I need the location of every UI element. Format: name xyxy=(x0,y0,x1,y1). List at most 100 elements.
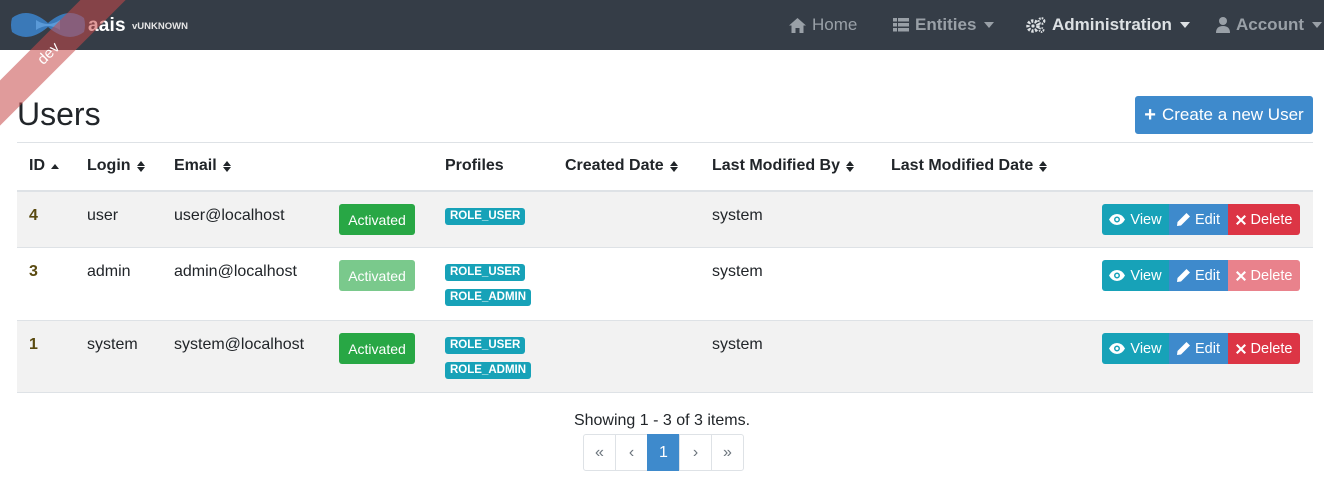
user-email: system@localhost xyxy=(174,336,305,353)
table-row: 1 system system@localhost Activated ROLE… xyxy=(17,321,1313,393)
table-row: 3 admin admin@localhost Activated ROLE_U… xyxy=(17,248,1313,321)
user-id-link[interactable]: 3 xyxy=(29,263,38,281)
times-icon xyxy=(1235,270,1246,281)
profiles-list: ROLE_USER xyxy=(445,208,526,225)
view-button[interactable]: View xyxy=(1102,204,1169,235)
nav-entities-label: Entities xyxy=(915,15,977,34)
chevron-down-icon xyxy=(1179,22,1190,28)
create-user-button[interactable]: + Create a new User xyxy=(1135,96,1313,134)
view-label: View xyxy=(1130,211,1162,228)
activated-button[interactable]: Activated xyxy=(339,333,415,364)
header-created-date-label: Created Date xyxy=(565,157,664,174)
prev-page-link[interactable]: ‹ xyxy=(615,434,648,471)
nav-home-label: Home xyxy=(812,15,858,34)
next-page-link[interactable]: › xyxy=(679,434,712,471)
header-last-modified-date[interactable]: Last Modified Date xyxy=(891,157,1048,175)
chevron-down-icon xyxy=(1312,22,1322,28)
header-profiles: Profiles xyxy=(445,157,504,175)
role-badge: ROLE_ADMIN xyxy=(445,289,532,306)
header-login-label: Login xyxy=(87,157,131,174)
user-id-link[interactable]: 4 xyxy=(29,207,38,225)
navbar: aais vUNKNOWN dev Home Entities Administ… xyxy=(0,0,1324,133)
sort-icon xyxy=(1039,160,1048,172)
page-title: Users xyxy=(17,96,101,132)
role-badge: ROLE_USER xyxy=(445,208,526,225)
header-id-label: ID xyxy=(29,157,45,174)
profiles-list: ROLE_USER ROLE_ADMIN xyxy=(445,337,532,379)
pencil-icon xyxy=(1177,269,1190,282)
create-user-label: Create a new User xyxy=(1161,105,1304,124)
user-id-link[interactable]: 1 xyxy=(29,336,38,354)
sort-icon xyxy=(669,160,678,172)
user-login: system xyxy=(87,336,138,353)
profiles-list: ROLE_USER ROLE_ADMIN xyxy=(445,264,532,306)
eye-icon xyxy=(1109,214,1126,225)
header-profiles-label: Profiles xyxy=(445,157,504,174)
sort-icon xyxy=(846,160,855,172)
row-actions: View Edit Delete xyxy=(1102,333,1300,364)
delete-button: Delete xyxy=(1228,260,1300,291)
sort-icon xyxy=(222,160,231,172)
header-id[interactable]: ID xyxy=(29,157,59,175)
row-actions: View Edit Delete xyxy=(1102,204,1300,235)
activated-button[interactable]: Activated xyxy=(339,204,415,235)
user-login: user xyxy=(87,207,119,224)
sort-icon xyxy=(136,160,145,172)
items-count: Showing 1 - 3 of 3 items. xyxy=(573,412,751,429)
plus-icon: + xyxy=(1144,104,1156,126)
row-actions: View Edit Delete xyxy=(1102,260,1300,291)
delete-button[interactable]: Delete xyxy=(1228,204,1300,235)
home-icon xyxy=(789,17,806,33)
header-created-date[interactable]: Created Date xyxy=(565,157,678,175)
user-email: admin@localhost xyxy=(174,263,297,280)
delete-label: Delete xyxy=(1250,267,1293,284)
view-button[interactable]: View xyxy=(1102,333,1169,364)
chevron-down-icon xyxy=(984,22,995,28)
last-page-link[interactable]: » xyxy=(711,434,744,471)
pagination: « ‹ 1 › » xyxy=(583,434,744,471)
header-email-label: Email xyxy=(174,157,217,174)
edit-label: Edit xyxy=(1195,211,1220,228)
edit-button[interactable]: Edit xyxy=(1169,204,1228,235)
role-badge: ROLE_USER xyxy=(445,337,526,354)
pencil-icon xyxy=(1177,342,1190,355)
pencil-icon xyxy=(1177,213,1190,226)
delete-button[interactable]: Delete xyxy=(1228,333,1300,364)
header-last-modified-date-label: Last Modified Date xyxy=(891,157,1034,174)
current-page-link[interactable]: 1 xyxy=(647,434,680,471)
eye-icon xyxy=(1109,270,1126,281)
last-modified-by: system xyxy=(712,336,763,353)
user-login: admin xyxy=(87,263,131,280)
header-login[interactable]: Login xyxy=(87,157,145,175)
activated-button: Activated xyxy=(339,260,415,291)
header-email[interactable]: Email xyxy=(174,157,231,175)
list-icon xyxy=(893,18,909,32)
edit-label: Edit xyxy=(1195,267,1220,284)
role-badge: ROLE_USER xyxy=(445,264,526,281)
delete-label: Delete xyxy=(1250,211,1293,228)
last-modified-by: system xyxy=(712,263,763,280)
header-last-modified-by[interactable]: Last Modified By xyxy=(712,157,855,175)
edit-button[interactable]: Edit xyxy=(1169,260,1228,291)
nav-administration[interactable]: Administration xyxy=(1026,0,1190,50)
sort-up-icon xyxy=(51,163,59,169)
times-icon xyxy=(1235,343,1246,354)
table-header: ID Login Email Profiles Created Date Las… xyxy=(17,142,1313,192)
view-button[interactable]: View xyxy=(1102,260,1169,291)
brand-version: vUNKNOWN xyxy=(132,21,188,32)
nav-account[interactable]: Account xyxy=(1216,0,1322,50)
eye-icon xyxy=(1109,343,1126,354)
times-icon xyxy=(1235,214,1246,225)
first-page-link[interactable]: « xyxy=(583,434,616,471)
edit-label: Edit xyxy=(1195,340,1220,357)
edit-button[interactable]: Edit xyxy=(1169,333,1228,364)
nav-home[interactable]: Home xyxy=(789,0,857,50)
nav-account-label: Account xyxy=(1236,15,1304,34)
users-table: ID Login Email Profiles Created Date Las… xyxy=(17,142,1313,393)
view-label: View xyxy=(1130,340,1162,357)
delete-label: Delete xyxy=(1250,340,1293,357)
view-label: View xyxy=(1130,267,1162,284)
nav-entities[interactable]: Entities xyxy=(893,0,995,50)
user-icon xyxy=(1216,17,1230,33)
cogs-icon xyxy=(1026,17,1046,33)
